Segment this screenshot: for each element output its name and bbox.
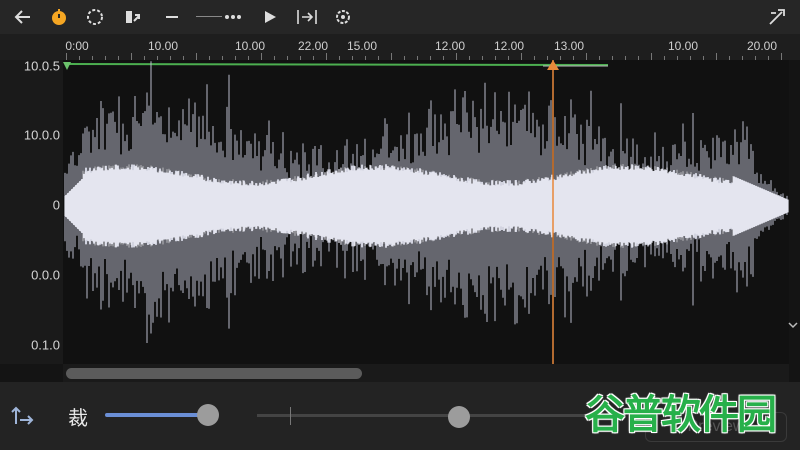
- effects-icon[interactable]: [764, 4, 790, 30]
- ruler-tick: [66, 53, 67, 60]
- start-marker-icon[interactable]: [63, 62, 71, 70]
- ruler-label: 10.00: [667, 39, 699, 53]
- ruler-label: 12.00: [434, 39, 466, 53]
- waveform-area[interactable]: [63, 60, 789, 364]
- watermark: 谷普软件园: [585, 392, 777, 438]
- ruler-tick: [521, 53, 522, 60]
- amplitude-label: 10.0.0: [23, 127, 60, 143]
- timeline-ruler[interactable]: 0:00 10.00 10.00 22.00 15.00 12.00 12.00…: [0, 34, 800, 60]
- timer-icon[interactable]: [46, 4, 72, 30]
- selection-line: [66, 63, 609, 66]
- play-icon[interactable]: [258, 4, 282, 30]
- waveform[interactable]: [63, 60, 789, 364]
- rotate-icon[interactable]: [10, 400, 40, 430]
- ruler-tick: [716, 53, 717, 60]
- more-icon[interactable]: [222, 4, 244, 30]
- ruler-label: 22.00: [297, 39, 329, 53]
- ruler-tick: [261, 53, 262, 60]
- amplitude-label: 0: [52, 197, 60, 213]
- chevron-down-icon[interactable]: [787, 318, 799, 332]
- back-arrow-icon[interactable]: [10, 4, 36, 30]
- ruler-tick: [196, 53, 197, 60]
- ruler-tick: [391, 53, 392, 60]
- ruler-tick: [651, 53, 652, 60]
- export-icon[interactable]: [120, 4, 146, 30]
- ruler-tick: [586, 53, 587, 60]
- trim-slider-track[interactable]: [257, 414, 597, 417]
- waveform-peaks: [64, 61, 789, 344]
- ruler-label: 0:00: [65, 39, 89, 53]
- ruler-label: 10.00: [147, 39, 179, 53]
- jump-icon[interactable]: [294, 4, 320, 30]
- ruler-tick: [456, 53, 457, 60]
- ruler-label: 13.00: [553, 39, 585, 53]
- amplitude-label: 10.0.5: [23, 58, 60, 74]
- amplitude-label: 0.1.0: [31, 337, 60, 353]
- ruler-label: 20.00: [746, 39, 778, 53]
- ruler-tick: [326, 53, 327, 60]
- dash-icon[interactable]: [194, 4, 224, 30]
- ruler-tick: [131, 53, 132, 60]
- ruler-label: 10.00: [234, 39, 266, 53]
- toolbar: [0, 0, 800, 35]
- settings-icon[interactable]: [330, 4, 356, 30]
- amplitude-label: 0.0.0: [31, 267, 60, 283]
- ruler-tick: [781, 53, 782, 60]
- trim-slider-fill: [105, 413, 209, 417]
- minus-icon[interactable]: [160, 4, 184, 30]
- ruler-label: 12.00: [493, 39, 525, 53]
- trim-label: 裁: [68, 406, 88, 430]
- ruler-label: 15.00: [346, 39, 378, 53]
- scrollbar-thumb[interactable]: [66, 368, 362, 379]
- loop-icon[interactable]: [82, 4, 108, 30]
- slider-tick: [290, 407, 291, 425]
